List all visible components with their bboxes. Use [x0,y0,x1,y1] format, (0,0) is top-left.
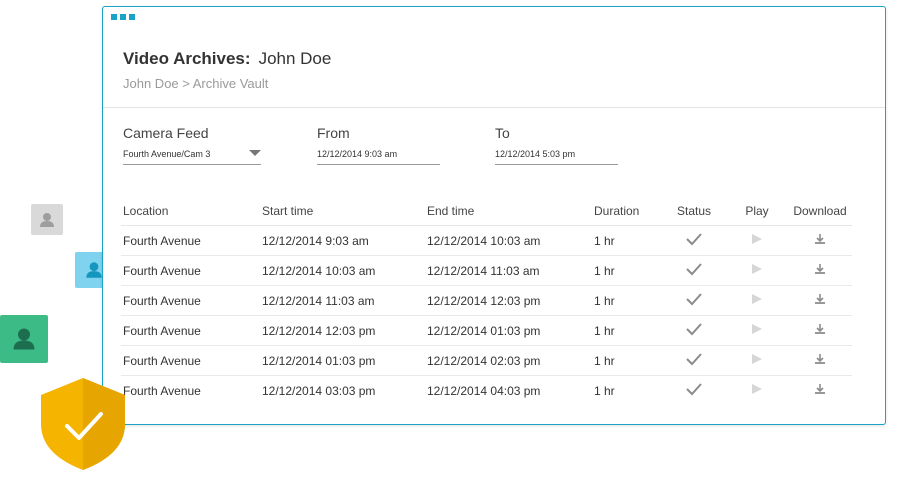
window-dots [111,14,135,20]
camera-feed-label: Camera Feed [123,125,209,141]
title-label: Video Archives: [123,49,251,68]
to-input[interactable]: 12/12/2014 5:03 pm [495,149,618,165]
play-icon[interactable] [751,384,763,398]
download-icon[interactable] [814,324,826,338]
cell-location: Fourth Avenue [121,285,260,316]
column-header: End time [425,197,592,226]
cell-duration: 1 hr [592,345,662,376]
cell-download [788,285,852,316]
cell-start-time: 12/12/2014 10:03 am [260,255,425,286]
cell-location: Fourth Avenue [121,315,260,346]
cell-play [726,285,788,316]
check-icon [685,383,703,399]
cell-duration: 1 hr [592,285,662,316]
cell-download [788,376,852,406]
cell-play [726,376,788,406]
to-field: To 12/12/2014 5:03 pm [495,125,618,165]
table-row: Fourth Avenue 12/12/2014 11:03 am 12/12/20… [121,285,852,316]
cell-play [726,255,788,286]
cell-download [788,315,852,346]
cell-end-time: 12/12/2014 01:03 pm [425,315,592,346]
column-header: Download [788,197,852,226]
cell-end-time: 12/12/2014 10:03 am [425,225,592,256]
check-icon [685,293,703,309]
download-icon[interactable] [814,294,826,308]
download-icon[interactable] [814,354,826,368]
cell-start-time: 12/12/2014 03:03 pm [262,383,376,398]
title-name: John Doe [258,49,332,68]
cell-duration: 1 hr [592,225,662,256]
cell-location: Fourth Avenue [121,225,260,256]
table-row: Fourth Avenue 12/12/2014 9:03 am 12/12/201… [121,225,852,256]
check-icon [685,323,703,339]
avatar-gray [31,204,63,235]
to-label: To [495,125,510,141]
cell-location: Fourth Avenue [121,255,260,286]
play-icon[interactable] [751,264,763,278]
cell-download [788,225,852,256]
cell-status [662,315,726,346]
check-icon [685,263,703,279]
play-icon[interactable] [751,234,763,248]
cell-start-time: 12/12/2014 12:03 pm [260,315,425,346]
archive-table: Location Start time End time Duration St… [121,197,852,405]
check-icon [685,233,703,249]
play-icon[interactable] [751,294,763,308]
table-header-row: Location Start time End time Duration St… [121,197,852,226]
archive-window: Video Archives: John Doe John Doe > Archi… [102,6,886,425]
cell-play [726,315,788,346]
cell-start-time: 12/12/2014 11:03 am [260,285,425,316]
caret-down-icon [249,150,261,156]
shield-check-icon [41,378,125,470]
column-header: Location [121,197,260,226]
table-row: Fourth Avenue 12/12/2014 10:03 am 12/12/20… [121,255,852,286]
cell-duration: 1 hr [592,255,662,286]
play-icon[interactable] [751,324,763,338]
camera-feed-select[interactable]: Fourth Avenue/Cam 3 [123,149,261,165]
download-icon[interactable] [814,234,826,248]
cell-duration: 1 hr [594,383,615,398]
cell-duration: 1 hr [592,315,662,346]
table-row: Fourth Avenue 12/12/2014 03:03 pm 12/12/20… [121,376,852,406]
column-header: Duration [592,197,662,226]
camera-feed-value: Fourth Avenue/Cam 3 [123,149,211,159]
cell-location: Fourth Avenue [121,345,260,376]
cell-start-time: 12/12/2014 9:03 am [260,225,425,256]
cell-end-time: 12/12/2014 12:03 pm [425,285,592,316]
from-field: From 12/12/2014 9:03 am [317,125,440,165]
cell-location: Fourth Avenue [123,383,201,398]
cell-start-time: 12/12/2014 01:03 pm [260,345,425,376]
play-icon[interactable] [751,354,763,368]
from-input[interactable]: 12/12/2014 9:03 am [317,149,440,165]
cell-play [726,345,788,376]
download-icon[interactable] [814,264,826,278]
cell-status [662,255,726,286]
cell-end-time: 12/12/2014 04:03 pm [427,383,541,398]
cell-end-time: 12/12/2014 02:03 pm [425,345,592,376]
cell-download [788,255,852,286]
cell-status [662,345,726,376]
cell-play [726,225,788,256]
column-header: Play [726,197,788,226]
page-title: Video Archives: John Doe [123,49,331,69]
user-icon [13,328,35,350]
column-header: Start time [260,197,425,226]
check-icon [685,353,703,369]
cell-status [662,225,726,256]
from-label: From [317,125,350,141]
cell-download [788,345,852,376]
user-icon [40,212,54,227]
table-row: Fourth Avenue 12/12/2014 12:03 pm 12/12/20… [121,315,852,346]
breadcrumb: John Doe > Archive Vault [123,76,269,91]
divider [103,107,885,108]
cell-end-time: 12/12/2014 11:03 am [425,255,592,286]
download-icon[interactable] [814,384,826,398]
column-header: Status [662,197,726,226]
camera-feed-field: Camera Feed Fourth Avenue/Cam 3 [123,125,261,165]
table-row: Fourth Avenue 12/12/2014 01:03 pm 12/12/20… [121,345,852,376]
cell-status [662,285,726,316]
cell-status [662,376,726,406]
avatar-green [0,315,48,363]
